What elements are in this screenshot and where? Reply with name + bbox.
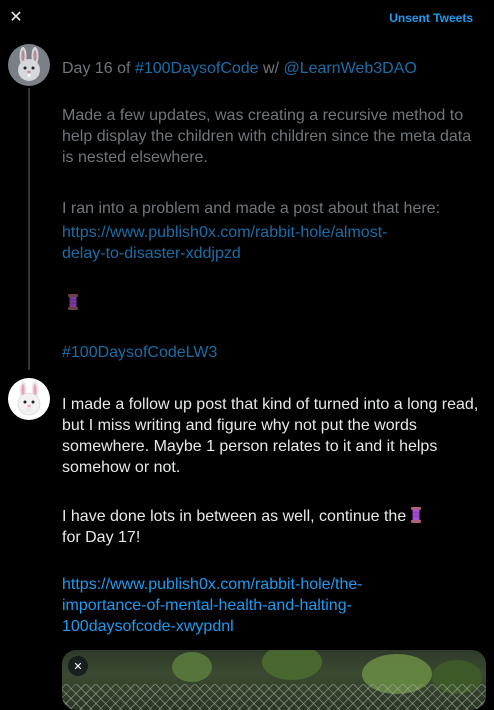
link-line[interactable]: https://www.publish0x.com/rabbit-hole/th… <box>62 576 363 593</box>
avatar[interactable] <box>8 378 50 420</box>
thread-connector-line <box>28 88 30 370</box>
tweet-draft-2[interactable]: I made a follow up post that kind of tur… <box>62 394 486 635</box>
unsent-tweets-link[interactable]: Unsent Tweets <box>389 11 473 25</box>
tweet-paragraph: I ran into a problem and made a post abo… <box>62 200 441 217</box>
tweet-link[interactable]: https://www.publish0x.com/rabbit-hole/th… <box>62 574 486 637</box>
link-line[interactable]: delay-to-disaster-xddjpzd <box>62 245 241 262</box>
link-line[interactable]: https://www.publish0x.com/rabbit-hole/al… <box>62 224 387 241</box>
close-button[interactable]: ✕ <box>4 5 28 29</box>
chain-link-fence <box>62 684 486 710</box>
foliage-shape <box>172 652 212 682</box>
title-text: w/ <box>258 60 284 77</box>
title-text: Day 16 of <box>62 60 135 77</box>
mention-link[interactable]: @LearnWeb3DAO <box>283 60 416 77</box>
tweet-paragraph: Made a few updates, was creating a recur… <box>62 107 472 166</box>
link-line[interactable]: 100daysofcode-xwypdnl <box>62 618 234 635</box>
tweet-paragraph: I have done lots in between as well, con… <box>62 506 486 548</box>
foliage-shape <box>262 650 322 680</box>
spool-of-thread-icon <box>68 294 78 313</box>
remove-media-button[interactable]: ✕ <box>68 656 88 676</box>
tweet-draft-1[interactable]: Day 16 of #100DaysofCode w/ @LearnWeb3DA… <box>62 58 486 361</box>
spool-of-thread-icon <box>410 507 421 523</box>
paragraph-text: for Day 17! <box>62 529 141 546</box>
tweet-link[interactable]: https://www.publish0x.com/rabbit-hole/al… <box>62 222 486 264</box>
close-icon: ✕ <box>9 9 23 26</box>
hashtag-link[interactable]: #100DaysofCode <box>135 60 259 77</box>
hashtag-link[interactable]: #100DaysofCodeLW3 <box>62 344 217 361</box>
tweet-title: Day 16 of #100DaysofCode w/ @LearnWeb3DA… <box>62 58 486 79</box>
paragraph-text: I have done lots in between as well, con… <box>62 508 411 525</box>
link-line[interactable]: importance-of-mental-health-and-halting- <box>62 597 352 614</box>
bunny-avatar-icon <box>17 381 41 416</box>
bunny-avatar-icon <box>18 47 40 81</box>
close-icon: ✕ <box>73 660 83 673</box>
hashtag-footer: #100DaysofCodeLW3 <box>62 342 217 363</box>
tweet-paragraph: I made a follow up post that kind of tur… <box>62 396 479 476</box>
avatar[interactable] <box>8 44 50 86</box>
media-attachment[interactable]: ✕ <box>62 650 486 710</box>
top-bar: ✕ Unsent Tweets <box>0 0 494 40</box>
